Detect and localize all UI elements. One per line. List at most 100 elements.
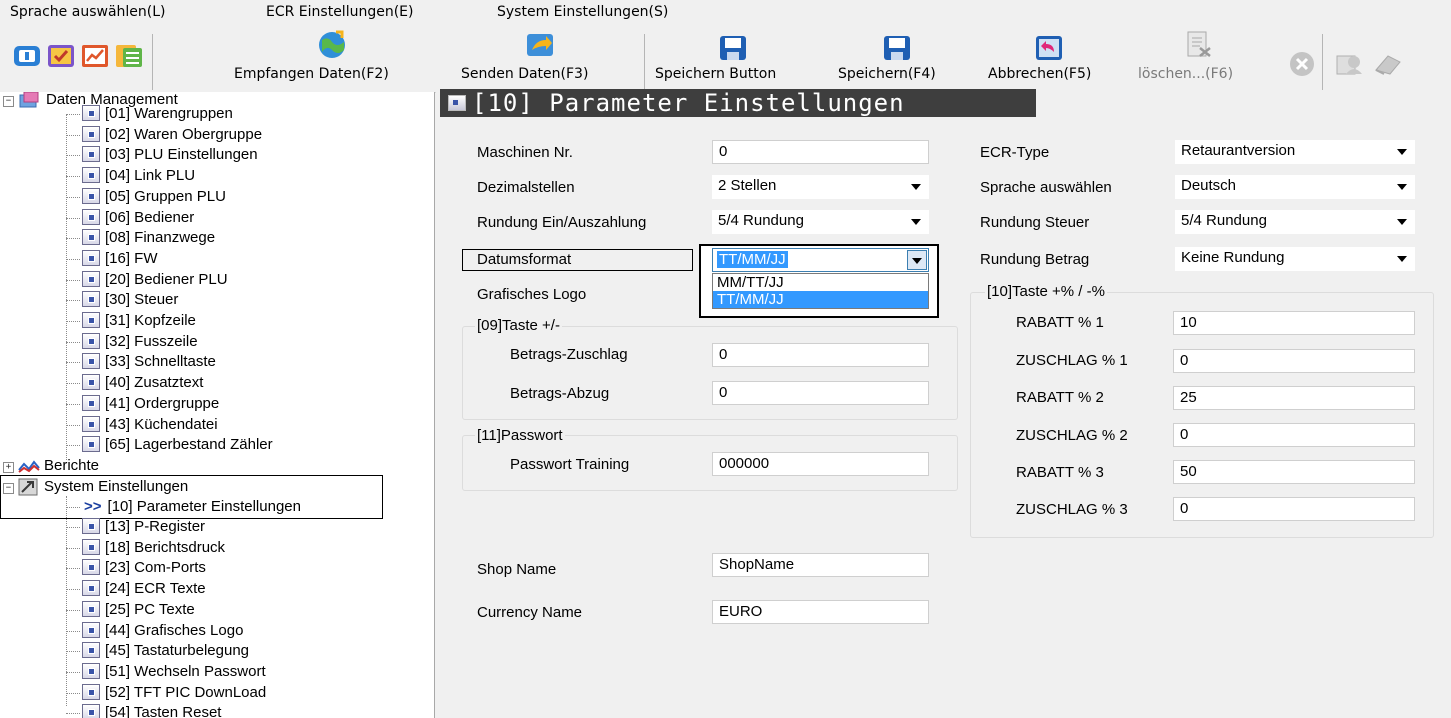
toolbar-separator — [152, 34, 153, 90]
tree-item[interactable]: [18] Berichtsdruck — [82, 538, 225, 558]
tree-item[interactable]: [51] Wechseln Passwort — [82, 662, 266, 682]
group-title: [10]Taste +% / -% — [985, 283, 1107, 300]
rabatt1-input[interactable]: 10 — [1173, 311, 1415, 335]
tree-item[interactable]: [03] PLU Einstellungen — [82, 145, 258, 165]
tree-item[interactable]: [45] Tastaturbelegung — [82, 641, 249, 661]
tree-item[interactable]: [25] PC Texte — [82, 600, 195, 620]
rounding-tax-select[interactable]: 5/4 Rundung — [1175, 210, 1415, 234]
floppy-disk-icon — [884, 36, 910, 60]
grid-icon — [82, 270, 100, 287]
tree-item[interactable]: [02] Waren Obergruppe — [82, 125, 262, 145]
password-training-label: Passwort Training — [510, 456, 630, 473]
grid-icon — [82, 600, 100, 617]
tree-item[interactable]: [08] Finanzwege — [82, 228, 215, 248]
task-icon[interactable] — [46, 42, 76, 70]
tree-item-label: [40] Zusatztext — [105, 374, 204, 392]
chevron-down-icon — [912, 258, 922, 264]
tree-item-label: [23] Com-Ports — [105, 559, 206, 577]
tree-item[interactable]: [20] Bediener PLU — [82, 270, 228, 290]
decimals-select[interactable]: 2 Stellen — [712, 175, 929, 199]
rabatt2-input[interactable]: 25 — [1173, 386, 1415, 410]
currency-name-input[interactable]: EURO — [712, 600, 929, 624]
grid-icon — [82, 662, 100, 679]
tree-node-reports[interactable]: Berichte — [18, 456, 99, 476]
tree-item[interactable]: [05] Gruppen PLU — [82, 187, 226, 207]
date-format-option[interactable]: MM/TT/JJ — [713, 274, 932, 291]
tree-item-label: [54] Tasten Reset — [105, 704, 222, 718]
tree-item-parameter-settings[interactable]: >> [10] Parameter Einstellungen — [84, 497, 301, 517]
expand-icon[interactable]: + — [3, 462, 14, 473]
zuschlag3-input[interactable]: 0 — [1173, 497, 1415, 521]
chevron-down-icon — [911, 219, 921, 225]
language-label: Sprache auswählen — [980, 179, 1112, 196]
rabatt2-label: RABATT % 2 — [1016, 389, 1104, 406]
tree-item[interactable]: [65] Lagerbestand Zähler — [82, 435, 273, 455]
rounding-amount-select[interactable]: Keine Rundung — [1175, 247, 1415, 271]
tree-guide — [66, 114, 67, 460]
tree-item[interactable]: [16] FW — [82, 249, 158, 269]
ecr-icon[interactable] — [12, 42, 42, 70]
tree-item-label: [05] Gruppen PLU — [105, 187, 226, 205]
ecr-type-select[interactable]: Retaurantversion — [1175, 140, 1415, 164]
tree-guide — [66, 507, 80, 508]
chevron-down-icon — [1397, 219, 1407, 225]
machine-no-input[interactable]: 0 — [712, 140, 929, 164]
tree-item[interactable]: [41] Ordergruppe — [82, 394, 219, 414]
tree-item[interactable]: [54] Tasten Reset — [82, 703, 221, 718]
collapse-icon[interactable]: − — [3, 483, 14, 494]
group-title: [09]Taste +/- — [475, 317, 562, 334]
grid-icon — [82, 436, 100, 453]
zuschlag2-input[interactable]: 0 — [1173, 423, 1415, 447]
date-format-select[interactable]: TT/MM/JJ — [712, 248, 929, 272]
rounding-select[interactable]: 5/4 Rundung — [712, 210, 929, 234]
dropdown-button[interactable] — [907, 250, 927, 270]
decimals-label: Dezimalstellen — [477, 179, 575, 196]
tree-guide — [66, 321, 80, 322]
tree-item[interactable]: [13] P-Register — [82, 517, 205, 537]
eraser-icon[interactable] — [1372, 50, 1402, 78]
surcharge-input[interactable]: 0 — [712, 343, 929, 367]
tree-item[interactable]: [52] TFT PIC DownLoad — [82, 683, 266, 703]
group-key-plus-minus — [462, 326, 958, 420]
tree-item[interactable]: [23] Com-Ports — [82, 558, 206, 578]
password-training-input[interactable]: 000000 — [712, 452, 929, 476]
shop-name-input[interactable]: ShopName — [712, 553, 929, 577]
grid-icon — [82, 704, 100, 718]
tree-item[interactable]: [30] Steuer — [82, 290, 178, 310]
tree-item[interactable]: [44] Grafisches Logo — [82, 621, 243, 641]
list-icon[interactable] — [114, 42, 144, 70]
globe-download-icon — [319, 30, 345, 58]
rabatt3-input[interactable]: 50 — [1173, 460, 1415, 484]
tree-item[interactable]: [24] ECR Texte — [82, 579, 206, 599]
menu-ecr-settings[interactable]: ECR Einstellungen(E) — [266, 4, 413, 20]
grid-icon — [82, 332, 100, 349]
floppy-disk-icon — [720, 36, 746, 60]
tree-item[interactable]: [40] Zusatztext — [82, 373, 203, 393]
ecr-type-label: ECR-Type — [980, 144, 1050, 161]
menu-system-settings[interactable]: System Einstellungen(S) — [497, 4, 668, 20]
deduction-input[interactable]: 0 — [712, 381, 929, 405]
grid-icon — [82, 559, 100, 576]
tree-item[interactable]: [06] Bediener — [82, 208, 194, 228]
tree-item[interactable]: [33] Schnelltaste — [82, 352, 216, 372]
close-icon[interactable] — [1287, 50, 1317, 78]
tree-guide — [66, 671, 80, 673]
date-format-value: TT/MM/JJ — [717, 251, 788, 268]
collapse-icon[interactable]: − — [3, 96, 14, 107]
tree-item[interactable]: [04] Link PLU — [82, 166, 195, 186]
menu-language[interactable]: Sprache auswählen(L) — [10, 4, 166, 20]
tree-item[interactable]: [31] Kopfzeile — [82, 311, 196, 331]
cancel-label: Abbrechen(F5) — [988, 66, 1092, 82]
grid-icon — [82, 291, 100, 308]
date-format-option-selected[interactable]: TT/MM/JJ — [713, 291, 928, 308]
send-data-label: Senden Daten(F3) — [461, 66, 589, 82]
tree-item[interactable]: [43] Küchendatei — [82, 415, 218, 435]
zuschlag1-input[interactable]: 0 — [1173, 349, 1415, 373]
tree-node-system-settings[interactable]: System Einstellungen — [18, 477, 188, 497]
language-select[interactable]: Deutsch — [1175, 175, 1415, 199]
page-header: [10] Parameter Einstellungen — [440, 89, 1036, 117]
user-settings-icon[interactable] — [1334, 50, 1364, 78]
tree-item[interactable]: [01] Warengruppen — [82, 104, 233, 124]
report-chart-icon[interactable] — [80, 42, 110, 70]
tree-item[interactable]: [32] Fusszeile — [82, 332, 198, 352]
